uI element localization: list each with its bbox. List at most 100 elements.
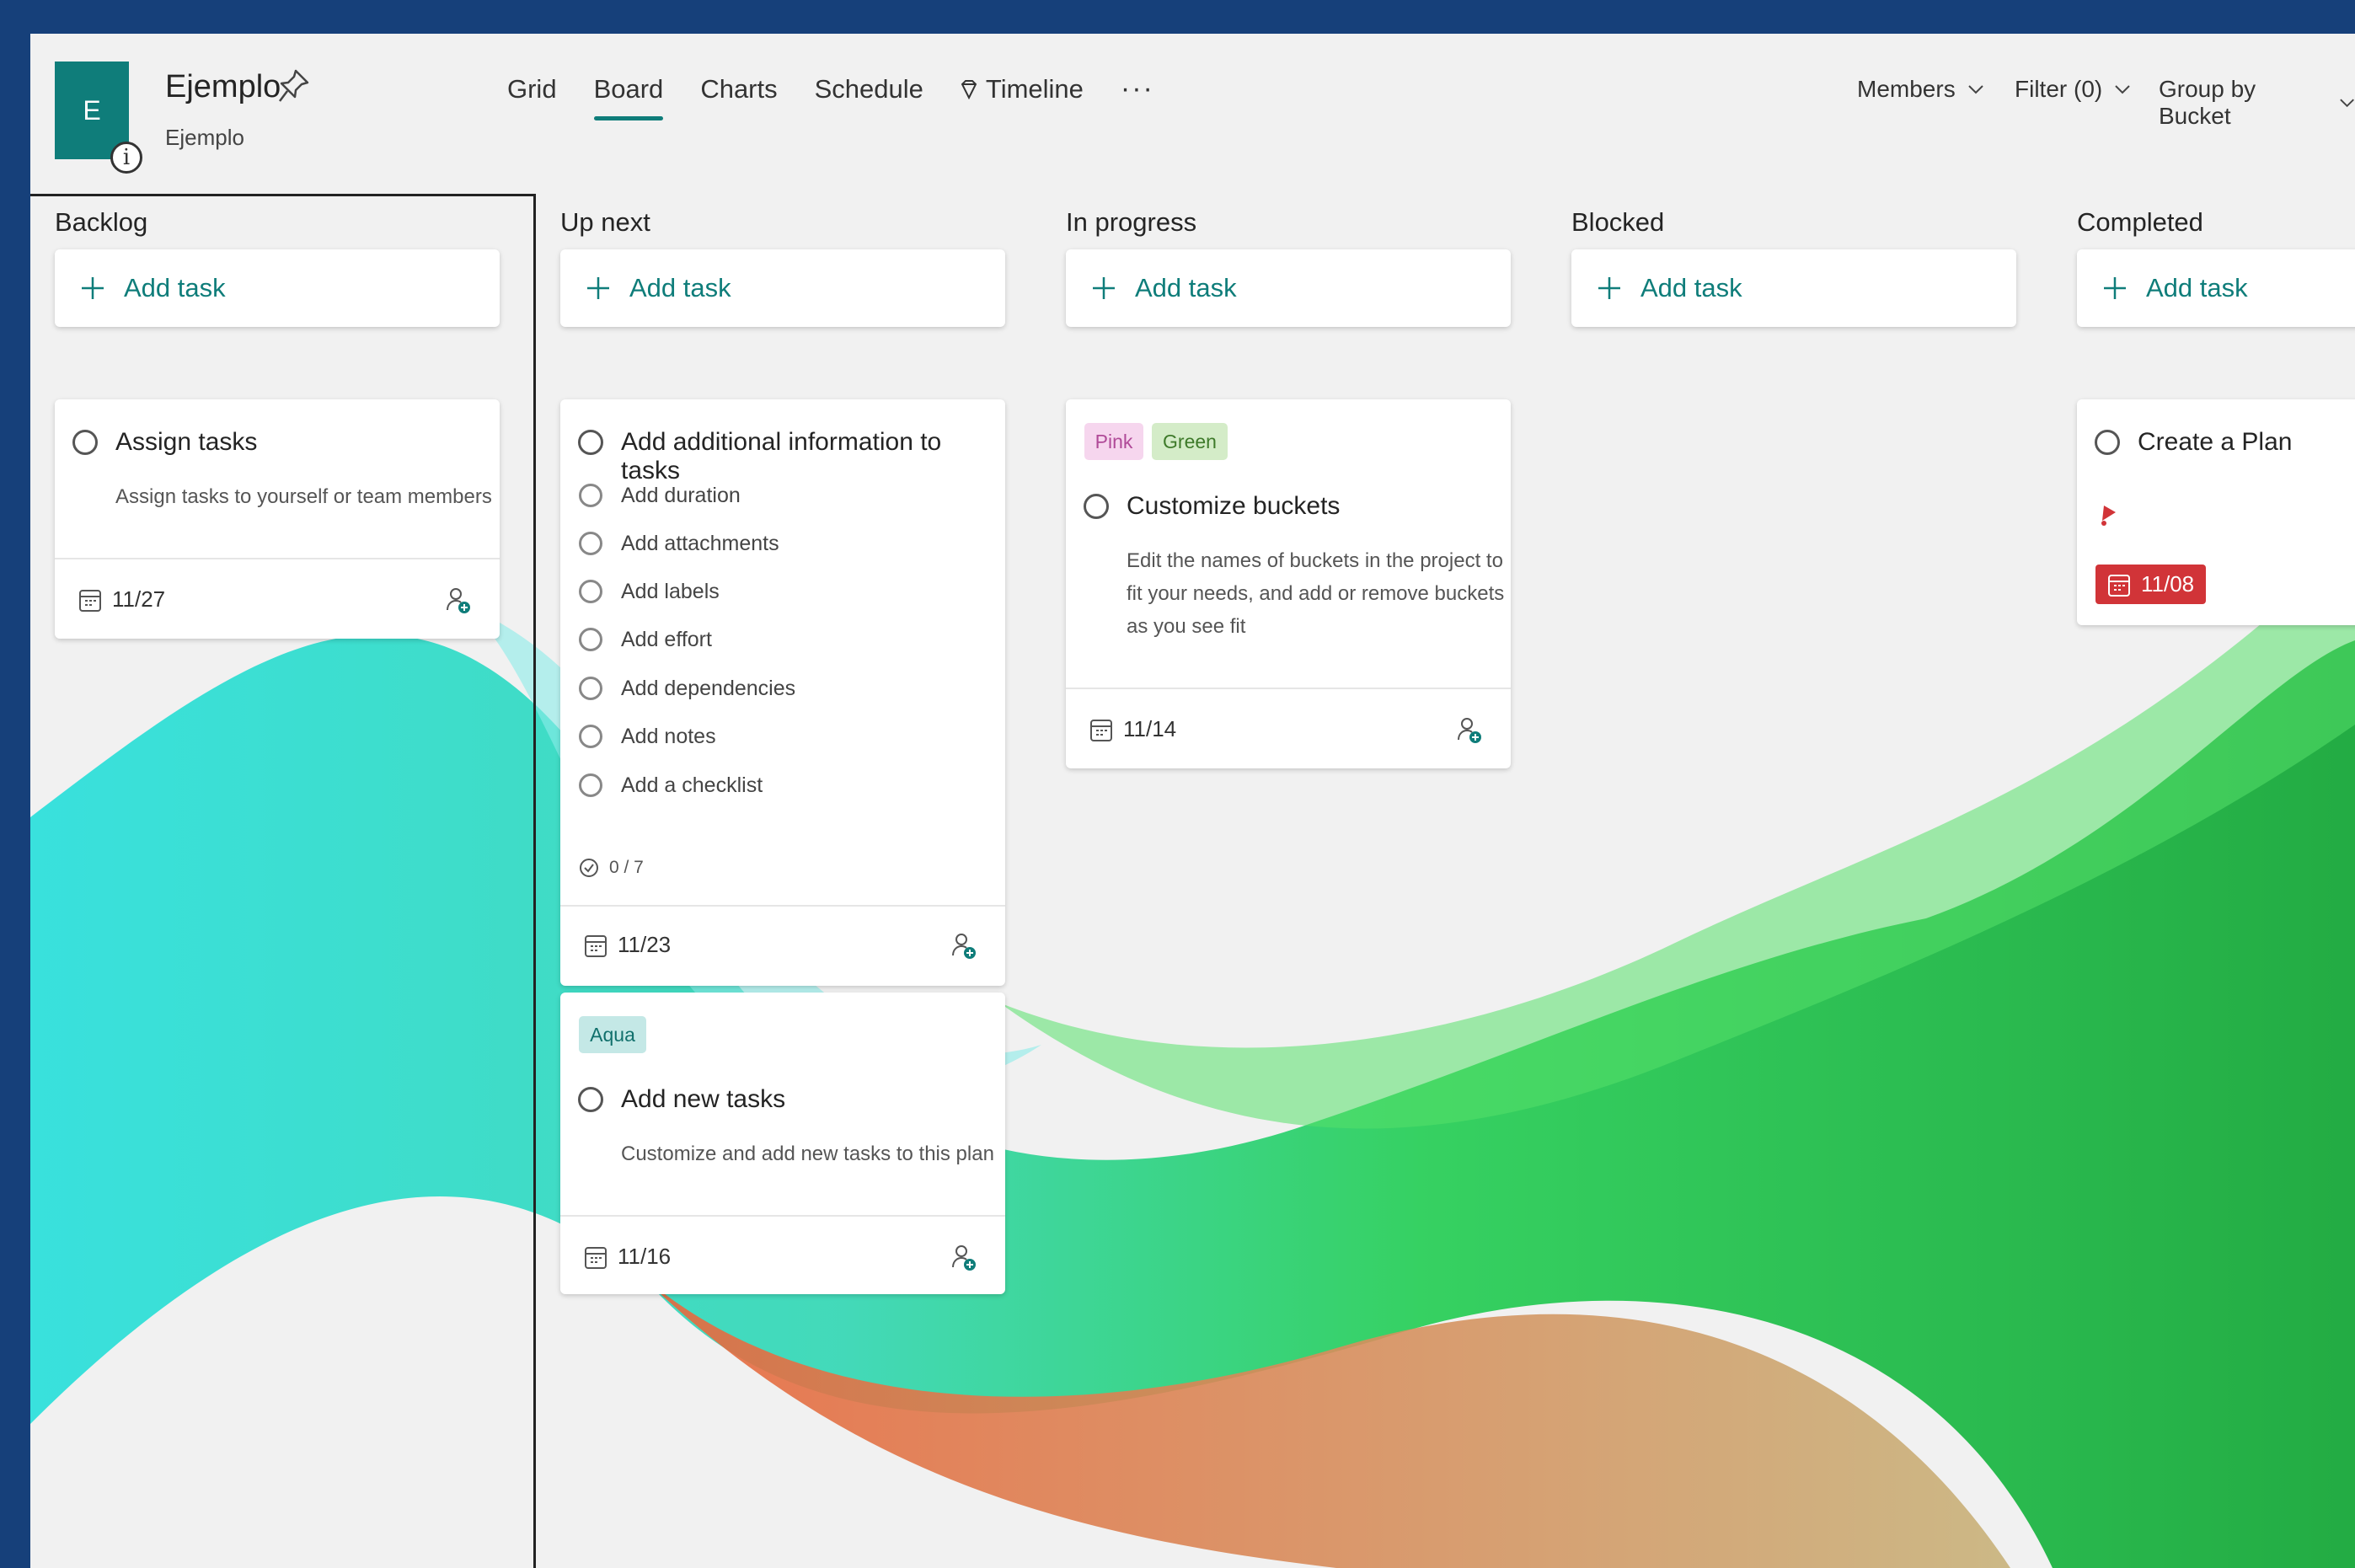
- checklist-item: Add labels: [621, 580, 720, 603]
- checklist-item-checkbox[interactable]: [579, 677, 602, 700]
- plan-avatar-initial: E: [83, 94, 101, 126]
- add-task-label: Add task: [1640, 273, 1742, 302]
- add-task-button[interactable]: Add task: [2077, 249, 2355, 327]
- overdue-due-date[interactable]: 11/08: [2095, 565, 2207, 604]
- tab-board[interactable]: Board: [593, 72, 664, 120]
- filter-dropdown[interactable]: Filter (0): [2015, 76, 2131, 103]
- tab-grid-label: Grid: [507, 73, 557, 104]
- tab-board-label: Board: [593, 73, 664, 104]
- tab-charts-label: Charts: [700, 73, 778, 104]
- task-card-assign-tasks[interactable]: Assign tasks Assign tasks to yourself or…: [55, 399, 500, 639]
- task-card-add-new-tasks[interactable]: Aqua Add new tasks Customize and add new…: [560, 993, 1005, 1294]
- add-task-label: Add task: [629, 273, 731, 302]
- complete-task-checkbox[interactable]: [72, 430, 98, 455]
- label-green: Green: [1152, 423, 1228, 460]
- checklist-item: Add notes: [621, 725, 716, 748]
- pin-icon[interactable]: [277, 67, 311, 104]
- calendar-icon: [79, 589, 101, 612]
- card-divider: [560, 905, 1005, 907]
- label-aqua: Aqua: [579, 1016, 646, 1053]
- bucket-title[interactable]: In progress: [1066, 207, 1196, 238]
- label-pink: Pink: [1084, 423, 1143, 460]
- tab-charts[interactable]: Charts: [700, 72, 777, 120]
- checklist-item-checkbox[interactable]: [579, 484, 602, 507]
- checklist-item-checkbox[interactable]: [579, 773, 602, 797]
- task-card-customize-buckets[interactable]: Pink Green Customize buckets Edit the na…: [1066, 399, 1511, 768]
- task-title: Assign tasks: [115, 428, 258, 456]
- due-date-text: 11/16: [618, 1244, 672, 1269]
- task-card-additional-info[interactable]: Add additional information to tasks Add …: [560, 399, 1005, 986]
- plus-icon: [1093, 277, 1115, 299]
- chevron-down-icon: [1967, 85, 1983, 94]
- checklist-progress: 0 / 7: [579, 858, 644, 878]
- add-task-button[interactable]: Add task: [560, 249, 1005, 327]
- checklist-item-checkbox[interactable]: [579, 628, 602, 651]
- due-date-text: 11/27: [112, 586, 166, 612]
- checklist-item: Add dependencies: [621, 677, 796, 700]
- more-icon: ···: [1120, 72, 1154, 104]
- chevron-down-icon: [2115, 85, 2130, 94]
- due-date[interactable]: 11/23: [584, 932, 671, 958]
- due-date-text: 11/14: [1123, 716, 1177, 741]
- info-icon[interactable]: i: [110, 142, 142, 174]
- bucket-title[interactable]: Blocked: [1571, 207, 1664, 238]
- due-date-text: 11/23: [618, 932, 672, 957]
- bucket-title[interactable]: Completed: [2077, 207, 2203, 238]
- calendar-icon: [1090, 719, 1112, 741]
- complete-task-checkbox[interactable]: [1084, 494, 1109, 519]
- task-title: Add additional information to tasks: [621, 428, 942, 484]
- add-task-label: Add task: [124, 273, 226, 302]
- checklist-item-checkbox[interactable]: [579, 580, 602, 603]
- assign-icon[interactable]: [951, 1244, 977, 1272]
- card-divider: [55, 558, 500, 559]
- add-task-button[interactable]: Add task: [1571, 249, 2016, 327]
- task-card-create-a-plan[interactable]: Create a Plan 11/08: [2077, 399, 2355, 625]
- group-by-dropdown[interactable]: Group by Bucket: [2159, 76, 2355, 130]
- checklist-item-checkbox[interactable]: [579, 532, 602, 555]
- diamond-icon: [961, 79, 977, 99]
- task-description-line: Edit the names of buckets in the project…: [1127, 549, 1503, 572]
- filter-label: Filter (0): [2015, 76, 2103, 102]
- checklist-item: Add effort: [621, 628, 712, 651]
- assign-icon[interactable]: [446, 586, 471, 615]
- checklist-item: Add a checklist: [621, 773, 763, 797]
- plus-icon: [587, 277, 609, 299]
- assign-icon[interactable]: [951, 932, 977, 961]
- tab-schedule[interactable]: Schedule: [815, 72, 923, 120]
- members-dropdown[interactable]: Members: [1857, 76, 1984, 103]
- due-date-text: 11/08: [2141, 571, 2195, 597]
- card-divider: [1066, 688, 1511, 689]
- add-task-button[interactable]: Add task: [55, 249, 500, 327]
- tab-timeline[interactable]: Timeline: [961, 72, 1084, 120]
- task-title: Customize buckets: [1127, 492, 1341, 520]
- urgent-icon: [2101, 506, 2116, 526]
- complete-task-checkbox[interactable]: [578, 430, 603, 455]
- header: E i Ejemplo Ejemplo Grid Board Charts Sc…: [30, 34, 2355, 185]
- complete-task-checkbox[interactable]: [2095, 430, 2120, 455]
- calendar-icon: [2108, 574, 2130, 597]
- bucket-title[interactable]: Backlog: [55, 207, 147, 238]
- more-options-button[interactable]: ···: [1121, 72, 1154, 120]
- plus-icon: [1598, 277, 1620, 299]
- chevron-down-icon: [2340, 99, 2354, 108]
- calendar-icon: [585, 934, 607, 957]
- bucket-title[interactable]: Up next: [560, 207, 650, 238]
- complete-task-checkbox[interactable]: [578, 1087, 603, 1112]
- plus-icon: [82, 277, 104, 299]
- due-date[interactable]: 11/27: [78, 586, 165, 613]
- card-divider: [560, 1215, 1005, 1217]
- assign-icon[interactable]: [1457, 716, 1482, 745]
- task-description: Assign tasks to yourself or team members: [115, 485, 492, 508]
- due-date[interactable]: 11/14: [1089, 716, 1176, 742]
- tab-grid[interactable]: Grid: [507, 72, 557, 120]
- calendar-icon: [585, 1246, 607, 1269]
- task-description-line: as you see fit: [1127, 615, 1246, 638]
- add-task-button[interactable]: Add task: [1066, 249, 1511, 327]
- due-date[interactable]: 11/16: [584, 1244, 671, 1270]
- members-label: Members: [1857, 76, 1956, 102]
- plan-subtitle: Ejemplo: [165, 125, 244, 150]
- planner-window: E i Ejemplo Ejemplo Grid Board Charts Sc…: [30, 34, 2355, 1568]
- checklist-item-checkbox[interactable]: [579, 725, 602, 748]
- task-title: Create a Plan: [2138, 428, 2293, 456]
- tab-schedule-label: Schedule: [814, 73, 923, 104]
